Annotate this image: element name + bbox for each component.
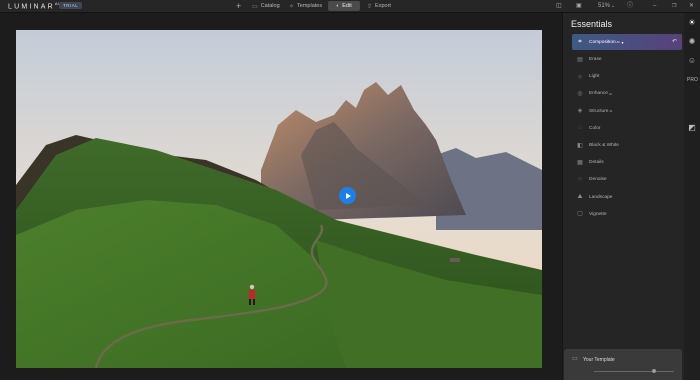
tool-enhance[interactable]: ◎ Enhance AI: [572, 85, 682, 102]
tool-black-white[interactable]: ◧ Black & White: [572, 137, 682, 154]
landscape-photo: [16, 30, 542, 368]
template-slider-knob[interactable]: [652, 369, 656, 373]
reset-icon[interactable]: ↶: [672, 38, 677, 45]
creative-icon[interactable]: ✺: [687, 37, 697, 47]
compare-icon[interactable]: ◫: [556, 0, 562, 12]
catalog-icon: ▭: [252, 3, 258, 10]
tool-erase[interactable]: ▤ Erase: [572, 51, 682, 68]
template-bar[interactable]: ▭ Your Template: [564, 349, 682, 380]
sun-icon: ☼: [577, 73, 583, 80]
template-icon: ▭: [572, 356, 578, 362]
zoom-level[interactable]: 51%: [598, 0, 610, 12]
denoise-icon: ⁘: [577, 176, 583, 183]
tab-edit[interactable]: ◐ Edit: [328, 1, 360, 11]
close-icon[interactable]: ✕: [689, 0, 694, 12]
app-logo: LUMINARAI: [8, 1, 59, 11]
tab-export[interactable]: ⇧ Export: [367, 0, 391, 12]
pro-icon[interactable]: PRO: [687, 75, 698, 85]
tool-landscape[interactable]: ⛰ Landscape: [572, 189, 682, 206]
template-slider[interactable]: [594, 371, 674, 372]
tool-vignette[interactable]: ▢ Vignette: [572, 206, 682, 223]
tool-details[interactable]: ▦ Details: [572, 154, 682, 171]
essentials-icon[interactable]: ☀: [687, 18, 697, 28]
tab-catalog[interactable]: ▭ Catalog: [252, 0, 280, 12]
right-sidebar: ☀ ✺ ☺ PRO ◩: [684, 13, 700, 380]
zoom-chevron-icon[interactable]: ⌄: [611, 0, 615, 12]
eraser-icon: ▤: [577, 56, 583, 63]
structure-icon: ◈: [577, 108, 583, 115]
panel-title: Essentials: [571, 19, 613, 29]
template-label: Your Template: [583, 357, 615, 363]
landscape-icon: ⛰: [577, 194, 583, 201]
enhance-icon: ◎: [577, 90, 583, 97]
layers-icon[interactable]: ◩: [687, 123, 697, 133]
view-icon[interactable]: ▣: [576, 0, 582, 12]
add-icon[interactable]: +: [236, 0, 241, 12]
tool-composition[interactable]: ⌗ Composition AI ▾ ↶: [572, 34, 682, 50]
portrait-icon[interactable]: ☺: [687, 56, 697, 66]
details-icon: ▦: [577, 159, 583, 166]
tools-list: ⌗ Composition AI ▾ ↶ ▤ Erase ☼ Light ◎ En…: [572, 34, 682, 223]
tool-structure[interactable]: ◈ Structure AI: [572, 103, 682, 120]
tool-color[interactable]: ◌ Color: [572, 120, 682, 137]
color-icon: ◌: [578, 125, 582, 132]
trial-badge: TRIAL: [59, 2, 83, 9]
templates-icon: ✧: [289, 3, 295, 10]
crop-icon: ⌗: [578, 39, 582, 45]
info-icon[interactable]: ⓘ: [627, 0, 633, 12]
tool-denoise[interactable]: ⁘ Denoise: [572, 171, 682, 188]
tab-templates[interactable]: ✧ Templates: [289, 0, 322, 12]
restore-icon[interactable]: ❐: [672, 0, 676, 12]
bw-icon: ◧: [577, 142, 583, 149]
edit-icon: ◐: [336, 3, 340, 9]
tool-light[interactable]: ☼ Light: [572, 68, 682, 85]
play-icon: [345, 192, 351, 199]
photo[interactable]: [16, 30, 542, 368]
chevron-down-icon: ▾: [621, 39, 624, 45]
play-button[interactable]: [339, 187, 356, 204]
minimize-icon[interactable]: –: [653, 0, 656, 12]
vignette-icon: ▢: [577, 211, 583, 218]
top-bar: LUMINARAI TRIAL + ▭ Catalog ✧ Templates …: [0, 0, 700, 13]
export-icon: ⇧: [367, 3, 373, 10]
